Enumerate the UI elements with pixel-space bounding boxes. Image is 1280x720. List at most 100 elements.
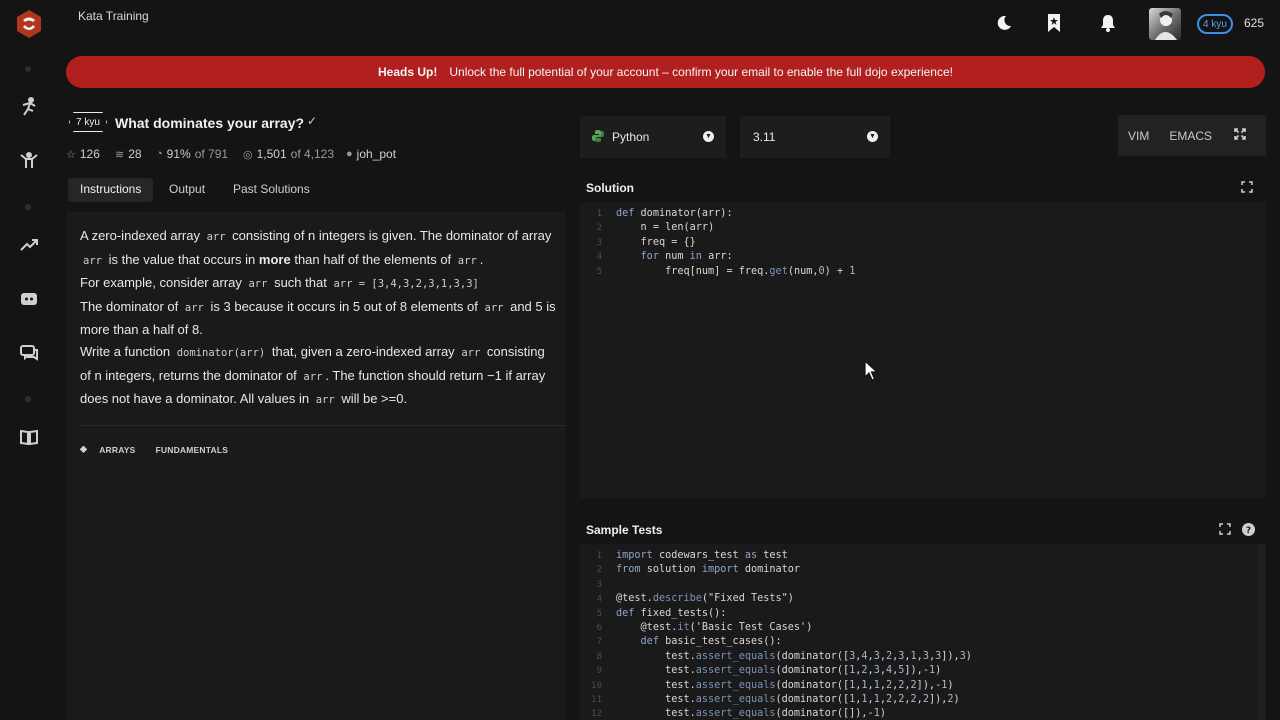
version-select[interactable]: 3.11 ▼ [740,116,890,158]
test-code-line: 4 @test.describe("Fixed Tests") [580,592,972,606]
python-icon [592,129,604,145]
emacs-mode-button[interactable]: EMACS [1169,129,1212,143]
code-text: @test.it('Basic Test Cases') [640,622,813,634]
language-select[interactable]: Python ▼ [580,116,726,158]
solution-code-line: 5 freq[num] = freq.get(num,0) + 1 [580,265,856,279]
kata-rank-label: 7 kyu [76,116,100,128]
rail-divider [25,204,31,210]
scrollbar[interactable] [1258,544,1266,720]
solution-code-line: 1 def dominator(arr): [580,207,855,221]
solution-code-line: 3 freq = {} [580,236,855,250]
language-label: Python [612,130,650,144]
line-number: 5 [596,608,602,619]
notifications-bell-icon[interactable] [1097,12,1119,34]
rank-badge[interactable]: 4 kyu [1197,14,1233,34]
code-text: test.assert_equals(dominator([3,4,3,2,3,… [665,650,972,662]
star-icon: ☆ [66,148,76,161]
test-code-line: 10 test.assert_equals(dominator([1,1,1,2… [580,679,972,693]
test-code-line: 11 test.assert_equals(dominator([1,1,1,2… [580,693,972,707]
dark-mode-moon-icon[interactable] [993,12,1015,34]
code-text: @test.describe("Fixed Tests") [616,593,794,605]
line-number: 3 [596,579,602,590]
discussions-icon[interactable] [18,342,40,364]
test-code-line: 12 test.assert_equals(dominator([]),-1) [580,707,972,720]
line-number: 9 [596,666,602,677]
tag-fundamentals[interactable]: FUNDAMENTALS [156,445,229,455]
test-code-line: 6 @test.it('Basic Test Cases') [580,621,972,635]
editor-mode-toggle: VIM EMACS [1118,115,1266,156]
line-number: 2 [596,223,602,234]
chevron-down-icon: ▼ [703,131,714,142]
test-code-line: 1 import codewars_test as test [580,549,972,563]
svg-text:?: ? [1246,526,1251,536]
kata-title: What dominates your array? [115,115,305,131]
line-number: 5 [596,266,602,277]
avatar[interactable] [1149,8,1181,40]
code-text: def fixed_tests(): [616,607,727,619]
code-text: def basic_test_cases(): [640,636,782,648]
sample-tests-heading: Sample Tests [586,523,663,537]
line-number: 12 [591,709,602,720]
email-confirm-banner[interactable]: Heads Up! Unlock the full potential of y… [66,56,1265,88]
chevron-down-icon: ▼ [867,131,878,142]
solution-editor[interactable]: 1 def dominator(arr): 2 n = len(arr) 3 freq… [580,202,1266,498]
kata-tags: ⬥ ARRAYS FUNDAMENTALS [80,444,248,455]
codewars-logo-icon[interactable] [14,9,44,39]
bookmark-icon[interactable] [1043,12,1065,34]
code-text: freq = {} [640,236,696,248]
code-text: from solution import dominator [616,564,801,576]
breadcrumb-title: Kata Training [78,9,149,23]
expand-icon[interactable] [1219,523,1231,538]
training-icon[interactable] [18,96,40,118]
docs-book-icon[interactable] [18,426,40,448]
code-text: for num in arr: [640,251,733,263]
collections-count: 28 [128,147,142,161]
rail-divider [25,66,31,72]
vim-mode-button[interactable]: VIM [1128,129,1149,143]
tab-output[interactable]: Output [157,178,217,202]
fullscreen-icon[interactable] [1234,128,1246,143]
version-label: 3.11 [753,130,776,144]
code-text: test.assert_equals(dominator([]),-1) [665,708,886,720]
expand-icon[interactable] [1241,181,1253,196]
collections-stat[interactable]: ≋ 28 [115,147,142,161]
solution-code: 1 def dominator(arr): 2 n = len(arr) 3 freq… [580,207,856,279]
help-icon[interactable]: ? [1242,523,1255,539]
completed-stat: ◎ 1,501 of 4,123 [243,147,334,161]
solution-code-line: 2 n = len(arr) [580,221,855,235]
tag-arrays[interactable]: ARRAYS [99,445,135,455]
line-number: 6 [596,623,602,634]
practice-icon[interactable] [18,150,40,172]
rail-divider [25,396,31,402]
test-code-line: 7 def basic_test_cases(): [580,635,972,649]
stars-stat[interactable]: ☆ 126 [66,147,100,161]
discord-icon[interactable] [18,288,40,310]
author-stat[interactable]: ● joh_pot [346,147,396,161]
left-sidebar [0,0,56,720]
satisfaction-votes: of 791 [194,147,229,161]
test-code-line: 3 [580,578,972,592]
code-text: def dominator(arr): [616,208,733,219]
author-name: joh_pot [356,147,397,161]
satisfaction-rate: 91% [166,147,191,161]
satisfaction-stat: ◔ 91% of 791 [156,147,228,161]
code-text: n = len(arr) [640,222,715,234]
tab-instructions[interactable]: Instructions [68,178,154,202]
line-number: 1 [596,551,602,561]
line-number: 2 [596,565,602,576]
sample-tests-editor[interactable]: 1 import codewars_test as test 2 from solut… [580,544,1266,720]
test-code-line: 9 test.assert_equals(dominator([1,2,3,4,… [580,664,972,678]
mouse-cursor-icon [864,359,879,385]
target-icon: ◎ [243,148,253,161]
sample-tests-code: 1 import codewars_test as test 2 from solut… [580,549,972,720]
divider [80,425,566,426]
line-number: 4 [596,252,602,263]
leaderboard-icon[interactable] [18,234,40,256]
banner-message: Unlock the full potential of your accoun… [449,65,953,79]
tab-past-solutions[interactable]: Past Solutions [221,178,322,202]
attempted-count: of 4,123 [290,147,335,161]
code-text: test.assert_equals(dominator([1,1,1,2,2,… [665,679,954,691]
code-text: freq[num] = freq.get(num,0) + 1 [665,265,856,277]
test-code-line: 5 def fixed_tests(): [580,607,972,621]
line-number: 8 [596,651,602,662]
